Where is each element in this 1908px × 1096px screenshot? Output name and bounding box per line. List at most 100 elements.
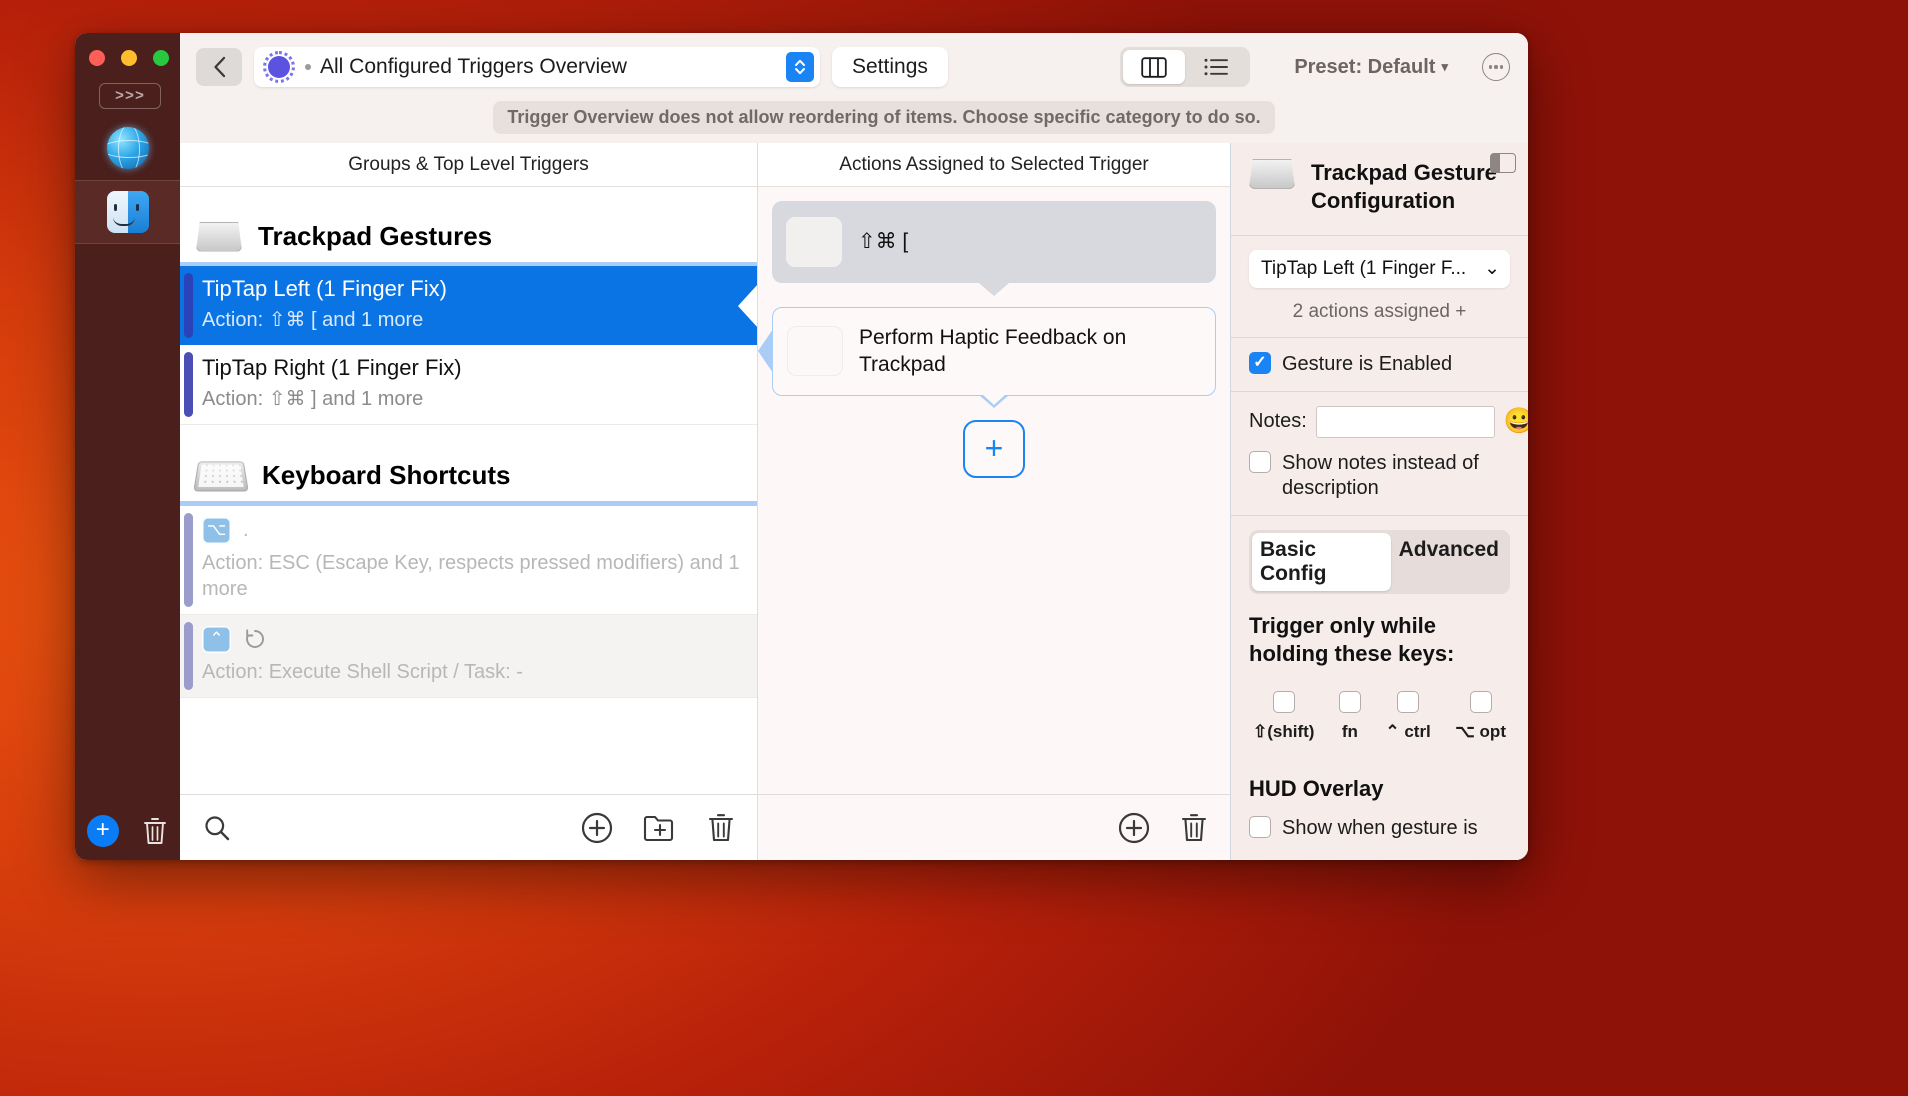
option-key-icon: ⌥ xyxy=(202,516,231,544)
show-notes-row[interactable]: Show notes instead of description xyxy=(1249,450,1510,501)
table-row[interactable]: TipTap Right (1 Finger Fix) Action: ⇧⌘ ]… xyxy=(180,345,757,425)
content-columns: Groups & Top Level Triggers Trackpad Ges… xyxy=(180,143,1528,860)
table-row[interactable]: ⌥ . Action: ESC (Escape Key, respects pr… xyxy=(180,501,757,615)
actions-column: Actions Assigned to Selected Trigger ⇧⌘ … xyxy=(758,143,1231,860)
chevron-left-icon xyxy=(213,56,225,78)
card-connector-notch xyxy=(979,283,1009,296)
window-traffic-lights xyxy=(89,50,169,66)
action-label: Perform Haptic Feedback on Trackpad xyxy=(859,326,1127,377)
add-trigger-button[interactable] xyxy=(581,812,613,844)
tab-basic-config[interactable]: Basic Config xyxy=(1252,532,1391,591)
shift-label: ⇧(shift) xyxy=(1253,722,1315,742)
modifier-fn[interactable]: fn xyxy=(1338,691,1361,742)
main-area: All Configured Triggers Overview Setting… xyxy=(180,33,1528,860)
table-row[interactable]: TipTap Left (1 Finger Fix) Action: ⇧⌘ [ … xyxy=(180,262,757,345)
modifier-ctrl[interactable]: ⌃ ctrl xyxy=(1385,691,1431,742)
inspector-panel: Trackpad Gesture Configuration TipTap Le… xyxy=(1231,143,1528,860)
add-action-button[interactable]: + xyxy=(963,419,1025,478)
table-row[interactable]: ⌃ Action: Execute Shell Script / Task: - xyxy=(180,615,757,698)
group-title: Trackpad Gestures xyxy=(258,221,493,251)
actions-footer-toolbar xyxy=(758,794,1230,860)
new-folder-button[interactable] xyxy=(643,812,677,844)
app-logo-icon xyxy=(263,51,295,83)
hud-show-label: Show when gesture is xyxy=(1282,817,1478,840)
delete-trigger-button[interactable] xyxy=(707,812,735,844)
actions-list[interactable]: ⇧⌘ [ Perform Haptic Feedback on Trackpad… xyxy=(758,187,1230,794)
back-button[interactable] xyxy=(196,48,242,86)
shift-checkbox[interactable] xyxy=(1272,691,1295,714)
settings-button[interactable]: Settings xyxy=(832,47,948,87)
category-stepper[interactable] xyxy=(786,52,814,82)
trigger-action-summary: Action: Execute Shell Script / Task: - xyxy=(202,661,523,683)
fn-checkbox[interactable] xyxy=(1338,691,1361,714)
trigger-action-summary: Action: ⇧⌘ [ and 1 more xyxy=(202,309,424,331)
tab-advanced[interactable]: Advanced xyxy=(1391,533,1507,591)
add-app-button[interactable]: + xyxy=(86,815,119,847)
sidebar-toggle-icon[interactable] xyxy=(1490,153,1516,173)
view-list-button[interactable] xyxy=(1185,50,1247,84)
gesture-enabled-checkbox[interactable] xyxy=(1249,351,1271,374)
preset-selector[interactable]: Preset: Default ▾ xyxy=(1294,56,1448,79)
hud-show-row[interactable]: Show when gesture is xyxy=(1249,816,1510,841)
modifier-shift[interactable]: ⇧(shift) xyxy=(1253,691,1314,742)
delete-app-button[interactable] xyxy=(142,816,168,846)
action-card[interactable]: Perform Haptic Feedback on Trackpad xyxy=(772,307,1216,408)
minimize-button[interactable] xyxy=(121,50,137,66)
list-view-icon xyxy=(1204,58,1229,76)
gesture-enabled-section: Gesture is Enabled xyxy=(1231,338,1528,392)
triggers-list[interactable]: Trackpad Gestures TipTap Left (1 Finger … xyxy=(180,187,757,794)
triggers-footer-toolbar xyxy=(180,794,757,860)
group-title: Keyboard Shortcuts xyxy=(262,459,511,490)
status-dot-icon xyxy=(305,64,311,70)
notice-row: Trigger Overview does not allow reorderi… xyxy=(180,101,1528,143)
notes-input[interactable] xyxy=(1315,405,1495,438)
notes-row: Notes: 😀 xyxy=(1249,405,1528,438)
emoji-picker-icon[interactable]: 😀 xyxy=(1504,407,1528,436)
actions-column-header: Actions Assigned to Selected Trigger xyxy=(758,143,1230,187)
rail-item-finder[interactable] xyxy=(75,180,180,244)
gesture-enabled-row[interactable]: Gesture is Enabled xyxy=(1249,351,1510,377)
view-columns-button[interactable] xyxy=(1123,50,1186,84)
opt-checkbox[interactable] xyxy=(1469,691,1492,714)
chevron-updown-icon xyxy=(795,59,805,75)
app-sidebar-rail: >>> + xyxy=(75,33,180,860)
inspector-header: Trackpad Gesture Configuration xyxy=(1231,143,1528,236)
card-connector-notch-inner xyxy=(982,393,1006,405)
trackpad-icon xyxy=(1249,159,1295,189)
settings-label: Settings xyxy=(852,55,928,78)
action-card[interactable]: ⇧⌘ [ xyxy=(772,201,1216,296)
trigger-select-value: TipTap Left (1 Finger F... xyxy=(1261,257,1467,279)
preset-label: Preset: Default xyxy=(1294,55,1436,78)
modifier-keys-group: ⇧(shift) fn ⌃ ctrl ⌥ opt xyxy=(1249,691,1510,742)
maximize-button[interactable] xyxy=(153,50,169,66)
triggers-column: Groups & Top Level Triggers Trackpad Ges… xyxy=(180,143,758,860)
search-icon[interactable] xyxy=(180,813,232,843)
chevron-down-icon: ▾ xyxy=(1441,59,1448,74)
more-options-button[interactable] xyxy=(1482,53,1510,81)
globe-icon xyxy=(106,127,149,169)
terminal-prompt-icon[interactable]: >>> xyxy=(99,83,161,109)
delete-action-button[interactable] xyxy=(1180,812,1208,843)
config-section: Basic Config Advanced Trigger only while… xyxy=(1231,516,1528,855)
trigger-action-summary: Action: ⇧⌘ ] and 1 more xyxy=(202,388,424,410)
show-notes-checkbox[interactable] xyxy=(1249,450,1271,473)
hud-show-checkbox[interactable] xyxy=(1249,816,1271,839)
category-selector[interactable]: All Configured Triggers Overview xyxy=(254,47,820,87)
close-button[interactable] xyxy=(89,50,105,66)
add-action-toolbar-button[interactable] xyxy=(1118,812,1150,844)
chevron-down-icon: ⌄ xyxy=(1484,258,1500,280)
columns-view-icon xyxy=(1141,56,1168,78)
action-thumbnail xyxy=(787,326,843,377)
inspector-title: Trackpad Gesture Configuration xyxy=(1311,160,1497,213)
notes-section: Notes: 😀 Show notes instead of descripti… xyxy=(1231,392,1528,516)
trigger-keycaps: ⌥ . xyxy=(202,516,741,544)
modifier-opt[interactable]: ⌥ opt xyxy=(1455,691,1506,742)
trigger-action-summary: Action: ESC (Escape Key, respects presse… xyxy=(202,552,740,600)
ctrl-checkbox[interactable] xyxy=(1397,691,1420,714)
config-tabs: Basic Config Advanced xyxy=(1249,529,1510,594)
rail-item-browser[interactable] xyxy=(75,116,180,180)
keyboard-icon xyxy=(193,461,249,492)
trigger-name: TipTap Left (1 Finger Fix) xyxy=(202,276,447,301)
rail-footer: + xyxy=(75,815,180,847)
trigger-select[interactable]: TipTap Left (1 Finger F... ⌄ xyxy=(1249,249,1510,288)
